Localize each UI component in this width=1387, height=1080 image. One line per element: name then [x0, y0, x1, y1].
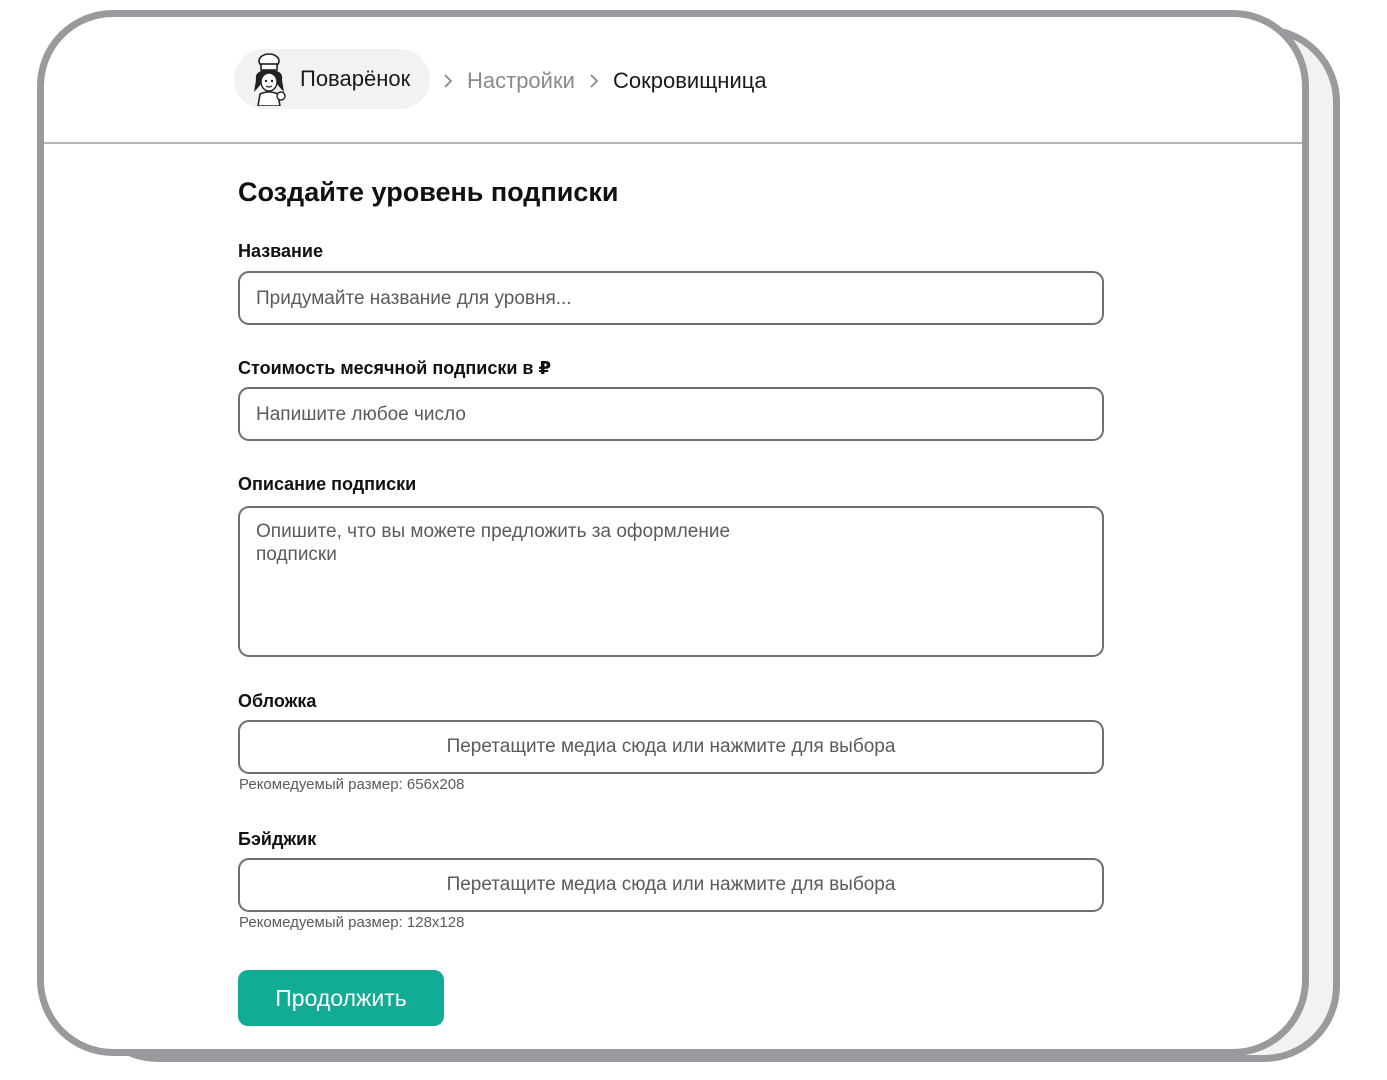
cover-size-hint: Рекомедуемый размер: 656x208 [239, 776, 465, 793]
badge-size-hint: Рекомедуемый размер: 128x128 [239, 914, 465, 931]
description-textarea[interactable]: Опишите, что вы можете предложить за офо… [238, 506, 1104, 657]
cover-label: Обложка [238, 691, 317, 711]
badge-upload-dropzone[interactable]: Перетащите медиа сюда или нажмите для вы… [238, 858, 1104, 912]
brand-name: Поварёнок [300, 66, 411, 91]
chevron-right-icon [444, 74, 453, 88]
brand-button[interactable]: Поварёнок [234, 49, 430, 109]
name-label: Название [238, 241, 323, 261]
breadcrumb-settings[interactable]: Настройки [467, 67, 575, 95]
screen: Поварёнок Настройки Сокровищница Создайт… [0, 0, 1387, 1080]
top-bar: Поварёнок Настройки Сокровищница [44, 17, 1302, 144]
breadcrumb-treasury: Сокровищница [613, 68, 767, 93]
chevron-right-icon [590, 74, 599, 88]
badge-label: Бэйджик [238, 829, 317, 849]
description-label: Описание подписки [238, 474, 417, 494]
settings-window: Поварёнок Настройки Сокровищница Создайт… [37, 10, 1309, 1056]
continue-button[interactable]: Продолжить [238, 970, 444, 1026]
description-placeholder: Опишите, что вы можете предложить за офо… [256, 521, 731, 565]
name-placeholder: Придумайте название для уровня... [256, 288, 572, 309]
page-title: Создайте уровень подписки [238, 177, 619, 207]
price-label: Стоимость месячной подписки в ₽ [238, 358, 552, 378]
cover-upload-dropzone[interactable]: Перетащите медиа сюда или нажмите для вы… [238, 720, 1104, 774]
price-input[interactable]: Напишите любое число [238, 387, 1104, 441]
name-input[interactable]: Придумайте название для уровня... [238, 271, 1104, 325]
chef-avatar-icon [246, 51, 292, 107]
price-placeholder: Напишите любое число [256, 404, 466, 425]
